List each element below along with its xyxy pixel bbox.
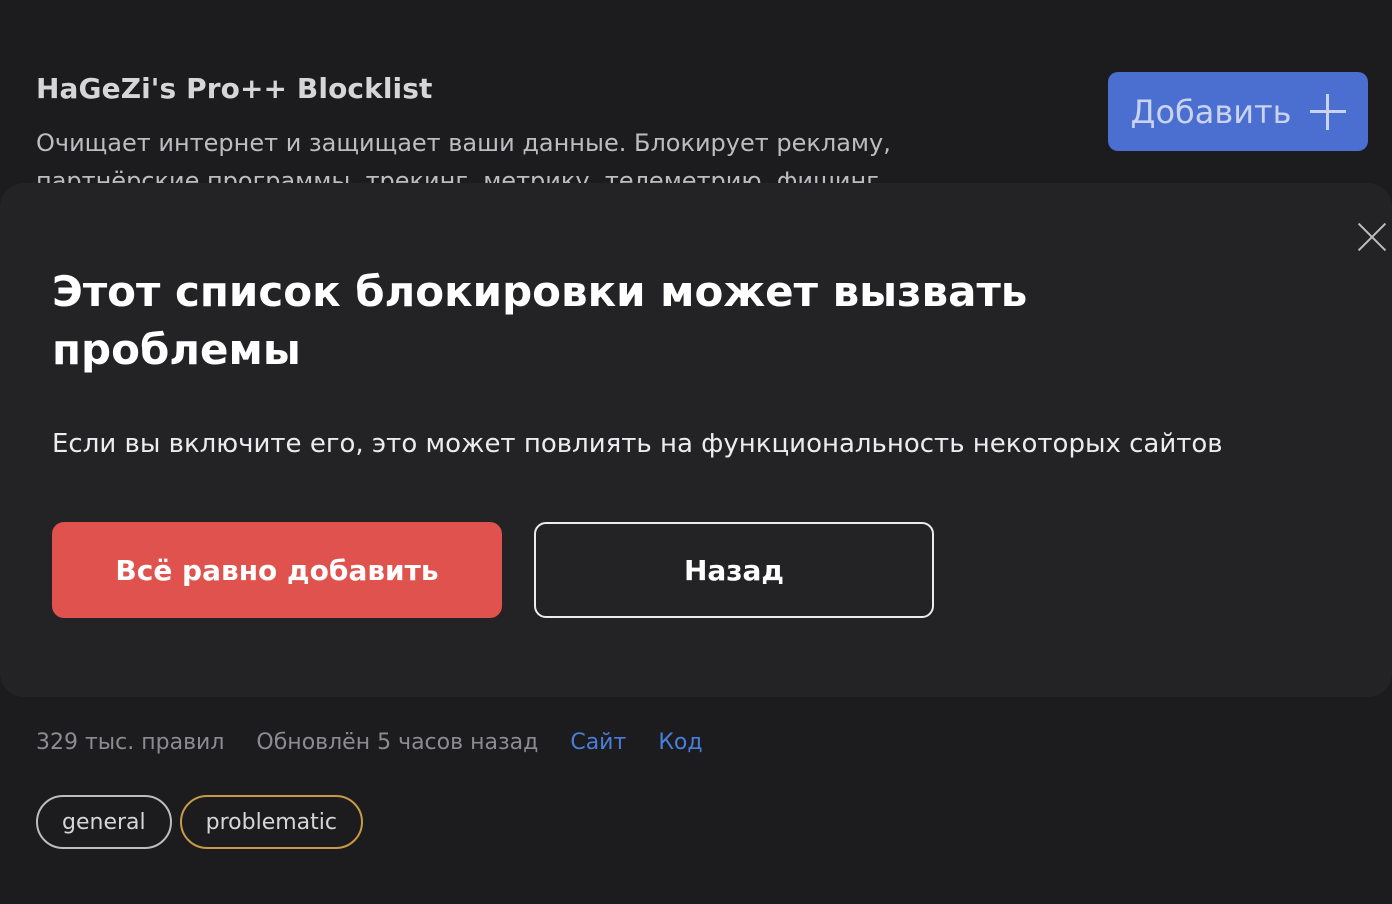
close-icon[interactable]	[1358, 223, 1386, 251]
blocklist-page: HaGeZi's Pro++ Blocklist Очищает интерне…	[0, 0, 1392, 904]
rules-count: 329 тыс. правил	[36, 730, 225, 755]
add-blocklist-button[interactable]: Добавить	[1108, 72, 1368, 151]
warning-modal: Этот список блокировки может вызвать про…	[0, 183, 1392, 697]
tag-problematic: problematic	[179, 795, 363, 849]
site-link[interactable]: Сайт	[570, 730, 626, 755]
code-link[interactable]: Код	[658, 730, 702, 755]
blocklist-title: HaGeZi's Pro++ Blocklist	[36, 72, 433, 105]
back-button[interactable]: Назад	[534, 522, 934, 618]
add-anyway-button[interactable]: Всё равно добавить	[52, 522, 502, 618]
blocklist-meta: 329 тыс. правил Обновлён 5 часов назад С…	[36, 730, 735, 755]
add-button-label: Добавить	[1130, 92, 1292, 131]
modal-title: Этот список блокировки может вызвать про…	[52, 267, 1028, 374]
blocklist-description: Очищает интернет и защищает ваши данные.…	[36, 129, 891, 184]
tag-list: general problematic	[36, 795, 363, 849]
plus-icon	[1309, 93, 1346, 130]
modal-text: Если вы включите его, это может повлиять…	[52, 429, 1223, 459]
updated-time: Обновлён 5 часов назад	[256, 730, 539, 755]
tag-general: general	[36, 795, 172, 849]
